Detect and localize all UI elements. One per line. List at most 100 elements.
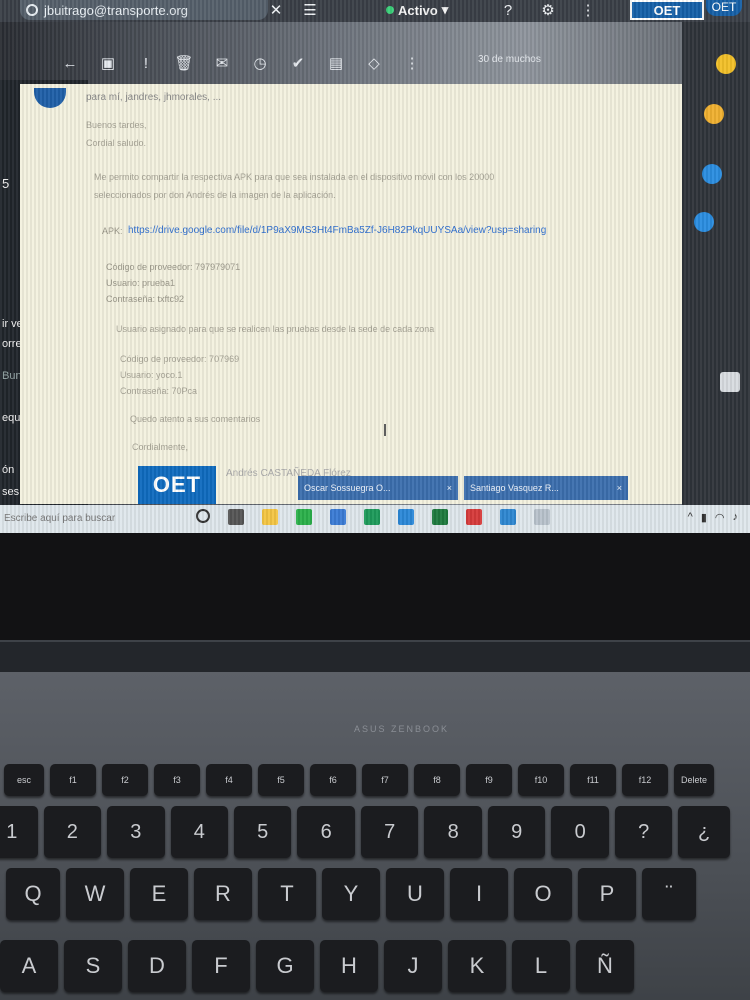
key-f3[interactable]: f3 bbox=[154, 764, 200, 796]
sidebar-item[interactable]: ón bbox=[2, 464, 14, 476]
cortana-icon[interactable] bbox=[196, 509, 210, 523]
key-f6[interactable]: f6 bbox=[310, 764, 356, 796]
key-h[interactable]: H bbox=[320, 940, 378, 992]
key-f9[interactable]: f9 bbox=[466, 764, 512, 796]
snooze-icon[interactable]: ◷ bbox=[250, 53, 270, 73]
key-0[interactable]: 0 bbox=[551, 806, 609, 858]
file-explorer-icon[interactable] bbox=[262, 509, 278, 525]
calendar-icon[interactable] bbox=[704, 104, 724, 124]
side-panel-icon[interactable] bbox=[720, 372, 740, 392]
key-2[interactable]: 2 bbox=[43, 806, 102, 858]
key-s[interactable]: S bbox=[64, 940, 122, 992]
key-inverted-question[interactable]: ¿ bbox=[678, 806, 730, 858]
key-3[interactable]: 3 bbox=[107, 806, 165, 858]
move-icon[interactable]: ▤ bbox=[326, 53, 346, 73]
status-indicator[interactable]: Activo ▾ bbox=[386, 0, 448, 20]
chat-chip[interactable]: Oscar Sossuegra O... × bbox=[298, 476, 458, 500]
filter-icon[interactable]: ☰ bbox=[300, 0, 320, 20]
key-f1[interactable]: f1 bbox=[50, 764, 96, 796]
sidebar-count[interactable]: 5 bbox=[2, 176, 9, 191]
keep-icon[interactable] bbox=[716, 54, 736, 74]
key-f11[interactable]: f11 bbox=[570, 764, 616, 796]
tasks-icon[interactable] bbox=[702, 164, 722, 184]
apk-link[interactable]: https://drive.google.com/file/d/1P9aX9MS… bbox=[128, 225, 546, 236]
key-f10[interactable]: f10 bbox=[518, 764, 564, 796]
mark-unread-icon[interactable]: ✉ bbox=[212, 53, 232, 73]
word-icon[interactable] bbox=[330, 509, 346, 525]
closing: Cordialmente, bbox=[132, 442, 189, 452]
battery-icon[interactable]: ▮ bbox=[701, 511, 707, 524]
key-f12[interactable]: f12 bbox=[622, 764, 668, 796]
sidebar-item[interactable]: ses bbox=[2, 486, 19, 498]
task-view-icon[interactable] bbox=[228, 509, 244, 525]
key-r[interactable]: R bbox=[194, 868, 252, 920]
key-8[interactable]: 8 bbox=[424, 806, 482, 858]
chrome-icon[interactable] bbox=[398, 509, 414, 525]
key-7[interactable]: 7 bbox=[360, 806, 419, 858]
volume-icon[interactable]: ♪ bbox=[733, 511, 739, 524]
key-w[interactable]: W bbox=[66, 868, 124, 920]
key-esc[interactable]: esc bbox=[4, 764, 44, 796]
key-u[interactable]: U bbox=[386, 868, 444, 920]
status-text: Activo bbox=[398, 2, 438, 18]
apps-grid-icon[interactable]: ⋮ bbox=[578, 0, 598, 20]
key-q[interactable]: Q bbox=[6, 868, 60, 920]
close-icon[interactable]: ✕ bbox=[266, 0, 286, 20]
key-f4[interactable]: f4 bbox=[206, 764, 252, 796]
key-a[interactable]: A bbox=[0, 940, 58, 992]
delete-icon[interactable]: 🗑 bbox=[174, 53, 194, 73]
gear-icon[interactable]: ⚙ bbox=[538, 0, 558, 20]
app-icon[interactable] bbox=[534, 509, 550, 525]
key-g[interactable]: G bbox=[256, 940, 314, 992]
key-d[interactable]: D bbox=[128, 940, 186, 992]
search-bar[interactable]: jbuitrago@transporte.org bbox=[20, 0, 268, 20]
key-i[interactable]: I bbox=[450, 868, 508, 920]
vscode-icon[interactable] bbox=[500, 509, 516, 525]
key-6[interactable]: 6 bbox=[297, 806, 355, 858]
key-delete[interactable]: Delete bbox=[674, 764, 714, 796]
key-f8[interactable]: f8 bbox=[414, 764, 460, 796]
key-f[interactable]: F bbox=[192, 940, 250, 992]
archive-icon[interactable]: ▣ bbox=[98, 53, 118, 73]
key-4[interactable]: 4 bbox=[170, 806, 228, 858]
more-icon[interactable]: ⋮ bbox=[402, 53, 422, 73]
chat-chip[interactable]: Santiago Vasquez R... × bbox=[464, 476, 628, 500]
close-icon[interactable]: × bbox=[617, 483, 622, 493]
system-tray: ^ ▮ ◠ ♪ bbox=[688, 511, 738, 524]
store-icon[interactable] bbox=[296, 509, 312, 525]
key-k[interactable]: K bbox=[448, 940, 506, 992]
key-f5[interactable]: f5 bbox=[258, 764, 304, 796]
recipients[interactable]: para mí, jandres, jhmorales, ... bbox=[86, 92, 221, 103]
contacts-icon[interactable] bbox=[694, 212, 714, 232]
avatar[interactable]: OET bbox=[706, 0, 742, 16]
key-1[interactable]: 1 bbox=[0, 806, 38, 858]
filezilla-icon[interactable] bbox=[466, 509, 482, 525]
key-f2[interactable]: f2 bbox=[102, 764, 148, 796]
key-p[interactable]: P bbox=[578, 868, 636, 920]
cred1-user: Usuario: prueba1 bbox=[106, 278, 176, 288]
key-j[interactable]: J bbox=[384, 940, 442, 992]
top-bar: jbuitrago@transporte.org ✕ ☰ Activo ▾ ? … bbox=[0, 0, 750, 22]
help-icon[interactable]: ? bbox=[498, 0, 518, 20]
key-e[interactable]: E bbox=[130, 868, 188, 920]
key-o[interactable]: O bbox=[514, 868, 572, 920]
back-icon[interactable]: ← bbox=[60, 53, 80, 73]
wifi-icon[interactable]: ◠ bbox=[715, 511, 725, 524]
chevron-up-icon[interactable]: ^ bbox=[688, 511, 693, 524]
close-icon[interactable]: × bbox=[447, 483, 452, 493]
key-n-tilde[interactable]: Ñ bbox=[576, 940, 634, 992]
spam-icon[interactable]: ! bbox=[136, 53, 156, 73]
label-icon[interactable]: ◇ bbox=[364, 53, 384, 73]
task-icon[interactable]: ✔ bbox=[288, 53, 308, 73]
excel-icon[interactable] bbox=[364, 509, 380, 525]
key-question[interactable]: ? bbox=[614, 806, 673, 858]
key-9[interactable]: 9 bbox=[487, 806, 546, 858]
key-diaeresis[interactable]: ¨ bbox=[642, 868, 696, 920]
taskbar-search[interactable]: Escribe aquí para buscar bbox=[4, 513, 115, 524]
sheets-icon[interactable] bbox=[432, 509, 448, 525]
key-y[interactable]: Y bbox=[322, 868, 380, 920]
key-l[interactable]: L bbox=[512, 940, 570, 992]
key-5[interactable]: 5 bbox=[234, 806, 292, 858]
key-t[interactable]: T bbox=[258, 868, 316, 920]
key-f7[interactable]: f7 bbox=[362, 764, 408, 796]
